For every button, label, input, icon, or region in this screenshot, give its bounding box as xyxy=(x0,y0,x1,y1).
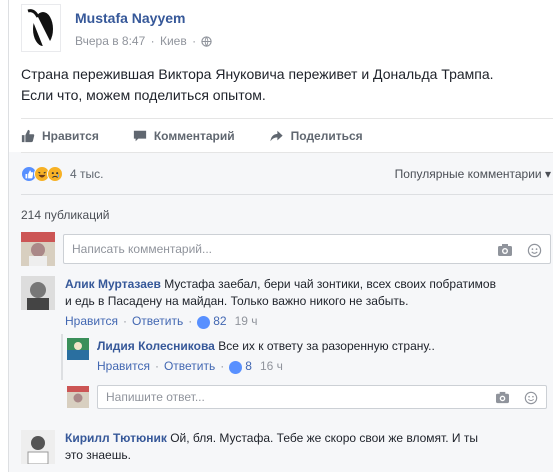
comment-icon xyxy=(133,130,146,142)
sort-label: Популярные комментарии xyxy=(394,167,542,181)
post-time[interactable]: Вчера в 8:47 xyxy=(75,34,145,48)
divider xyxy=(21,118,553,119)
comment-body: Лидия Колесникова Все их к ответу за раз… xyxy=(97,338,547,355)
post-text-line: Если что, можем поделиться опытом. xyxy=(21,87,266,103)
comment-body: Кирилл Тютюник Ой, бля. Мустафа. Тебе же… xyxy=(65,430,549,447)
input-icons xyxy=(497,243,542,258)
share-button[interactable]: Поделиться xyxy=(269,129,363,143)
comment-text: Мустафа заебал, бери чай зонтики, всех с… xyxy=(164,277,496,291)
meta-separator: · xyxy=(192,34,197,48)
comment-item: Алик Муртазаев Мустафа заебал, бери чай … xyxy=(65,276,549,329)
comment-like-count[interactable]: 82 xyxy=(213,314,226,328)
comment-item: Кирилл Тютюник Ой, бля. Мустафа. Тебе же… xyxy=(65,430,549,464)
camera-icon[interactable] xyxy=(495,391,510,404)
reply-input[interactable]: Напишите ответ... xyxy=(97,385,547,409)
divider xyxy=(21,194,553,195)
comment-age[interactable]: 19 ч xyxy=(235,314,258,328)
viewer-avatar[interactable] xyxy=(21,232,55,266)
post-text: Страна пережившая Виктора Януковича пере… xyxy=(21,64,551,106)
viewer-avatar[interactable] xyxy=(67,386,89,408)
comment-reply-button[interactable]: Ответить xyxy=(132,314,183,328)
camera-icon[interactable] xyxy=(497,243,513,257)
commenter-avatar[interactable] xyxy=(21,276,55,310)
like-count-icon xyxy=(197,315,211,329)
like-label: Нравится xyxy=(42,129,99,143)
sort-dropdown[interactable]: Популярные комментарии ▾ xyxy=(395,167,551,181)
post-text-line: Страна пережившая Виктора Януковича пере… xyxy=(21,66,494,82)
comment-text: Все их к ответу за разоренную страну.. xyxy=(218,339,435,353)
post-author[interactable]: Mustafa Nayyem xyxy=(75,10,186,26)
comment-like-button[interactable]: Нравится xyxy=(65,314,118,328)
reply-thread-line xyxy=(61,334,63,380)
reply-item: Лидия Колесникова Все их к ответу за раз… xyxy=(97,338,547,374)
emoji-icon[interactable] xyxy=(524,391,538,405)
globe-icon[interactable] xyxy=(201,36,213,47)
post-actions: Нравится Комментарий Поделиться xyxy=(21,124,551,148)
shares-count[interactable]: 214 публикаций xyxy=(21,208,110,222)
divider xyxy=(21,152,553,153)
input-icons xyxy=(495,391,538,405)
thumbs-up-icon xyxy=(21,129,35,143)
comment-author[interactable]: Кирилл Тютюник xyxy=(65,431,167,445)
share-icon xyxy=(270,130,283,142)
comment-age[interactable]: 16 ч xyxy=(260,359,283,373)
post-meta: Вчера в 8:47 · Киев · xyxy=(75,34,213,48)
author-avatar[interactable] xyxy=(21,4,61,52)
meta-separator: · xyxy=(150,34,155,48)
comment-body: Алик Муртазаев Мустафа заебал, бери чай … xyxy=(65,276,549,293)
comment-label: Комментарий xyxy=(153,129,235,143)
comment-button[interactable]: Комментарий xyxy=(133,129,235,143)
commenter-avatar[interactable] xyxy=(21,430,55,464)
meta-dot: · xyxy=(220,359,225,373)
comment-text: и едь в Пасадену на майдан. Только важно… xyxy=(65,294,409,308)
chevron-down-icon: ▾ xyxy=(544,167,551,181)
sad-icon[interactable] xyxy=(47,166,63,182)
meta-dot: · xyxy=(188,314,193,328)
comment-like-button[interactable]: Нравится xyxy=(97,359,150,373)
comment-input[interactable]: Написать комментарий... xyxy=(63,234,551,264)
post-card: Mustafa Nayyem Вчера в 8:47 · Киев · Стр… xyxy=(8,0,553,472)
comment-composer: Написать комментарий... xyxy=(21,232,551,268)
emoji-icon[interactable] xyxy=(527,243,542,258)
comment-meta: Нравится · Ответить · 82 19 ч xyxy=(65,314,549,329)
meta-dot: · xyxy=(122,314,127,328)
comment-meta: Нравится · Ответить · 8 16 ч xyxy=(97,359,547,374)
reply-placeholder: Напишите ответ... xyxy=(106,390,205,404)
share-label: Поделиться xyxy=(290,129,363,143)
commenter-avatar[interactable] xyxy=(67,338,89,360)
like-button[interactable]: Нравится xyxy=(21,129,99,143)
comment-text: Ой, бля. Мустафа. Тебе же скоро свои же … xyxy=(170,431,478,445)
reactions-row: 4 тыс. Популярные комментарии ▾ xyxy=(21,163,551,185)
comment-like-count[interactable]: 8 xyxy=(245,359,252,373)
like-count-icon xyxy=(229,360,243,374)
comment-author[interactable]: Алик Муртазаев xyxy=(65,277,161,291)
comment-placeholder: Написать комментарий... xyxy=(72,242,213,256)
reaction-count[interactable]: 4 тыс. xyxy=(70,167,103,181)
comment-author[interactable]: Лидия Колесникова xyxy=(97,339,215,353)
meta-dot: · xyxy=(154,359,159,373)
post-header: Mustafa Nayyem Вчера в 8:47 · Киев · xyxy=(21,4,541,54)
comment-reply-button[interactable]: Ответить xyxy=(164,359,215,373)
comment-text: это знаешь. xyxy=(65,448,131,462)
post-place[interactable]: Киев xyxy=(160,34,187,48)
